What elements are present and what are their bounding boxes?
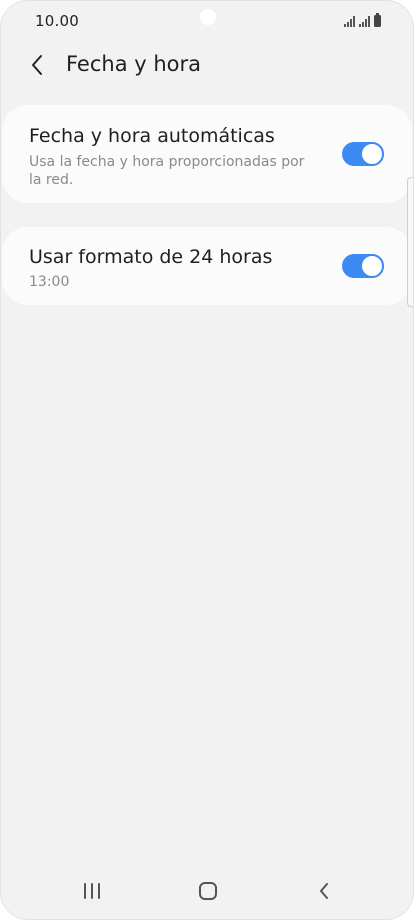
cellular-signal-icon <box>359 16 370 27</box>
setting-title: Fecha y hora automáticas <box>29 125 275 147</box>
setting-automatic-date-time[interactable]: Fecha y hora automáticas Usa la fecha y … <box>2 105 412 203</box>
setting-subtitle: Usa la fecha y hora proporcionadas por l… <box>29 154 305 188</box>
home-button[interactable] <box>184 875 232 907</box>
camera-cutout <box>200 9 216 25</box>
back-icon <box>320 883 328 899</box>
status-bar: 10.00 <box>1 1 413 41</box>
navigation-bar <box>1 863 413 919</box>
battery-icon <box>374 13 381 27</box>
header: Fecha y hora <box>1 45 413 85</box>
recents-icon <box>84 883 100 899</box>
scroll-indicator[interactable] <box>407 177 413 307</box>
setting-subtitle: 13:00 <box>29 274 70 290</box>
page-title: Fecha y hora <box>66 52 202 76</box>
status-icons <box>344 13 381 27</box>
back-button[interactable] <box>21 49 53 81</box>
chevron-left-icon <box>32 55 42 75</box>
24-hour-format-toggle[interactable] <box>342 254 384 278</box>
recents-button[interactable] <box>68 875 116 907</box>
home-icon <box>199 882 217 900</box>
wifi-signal-icon <box>344 16 355 27</box>
settings-screen: 10.00 Fecha y hora Fecha y hora automáti… <box>0 0 414 920</box>
automatic-date-time-toggle[interactable] <box>342 142 384 166</box>
setting-24-hour-format[interactable]: Usar formato de 24 horas 13:00 <box>2 227 412 305</box>
setting-title: Usar formato de 24 horas <box>29 246 273 268</box>
status-time: 10.00 <box>35 12 79 30</box>
toggle-knob <box>360 254 384 278</box>
toggle-knob <box>360 142 384 166</box>
nav-back-button[interactable] <box>300 875 348 907</box>
